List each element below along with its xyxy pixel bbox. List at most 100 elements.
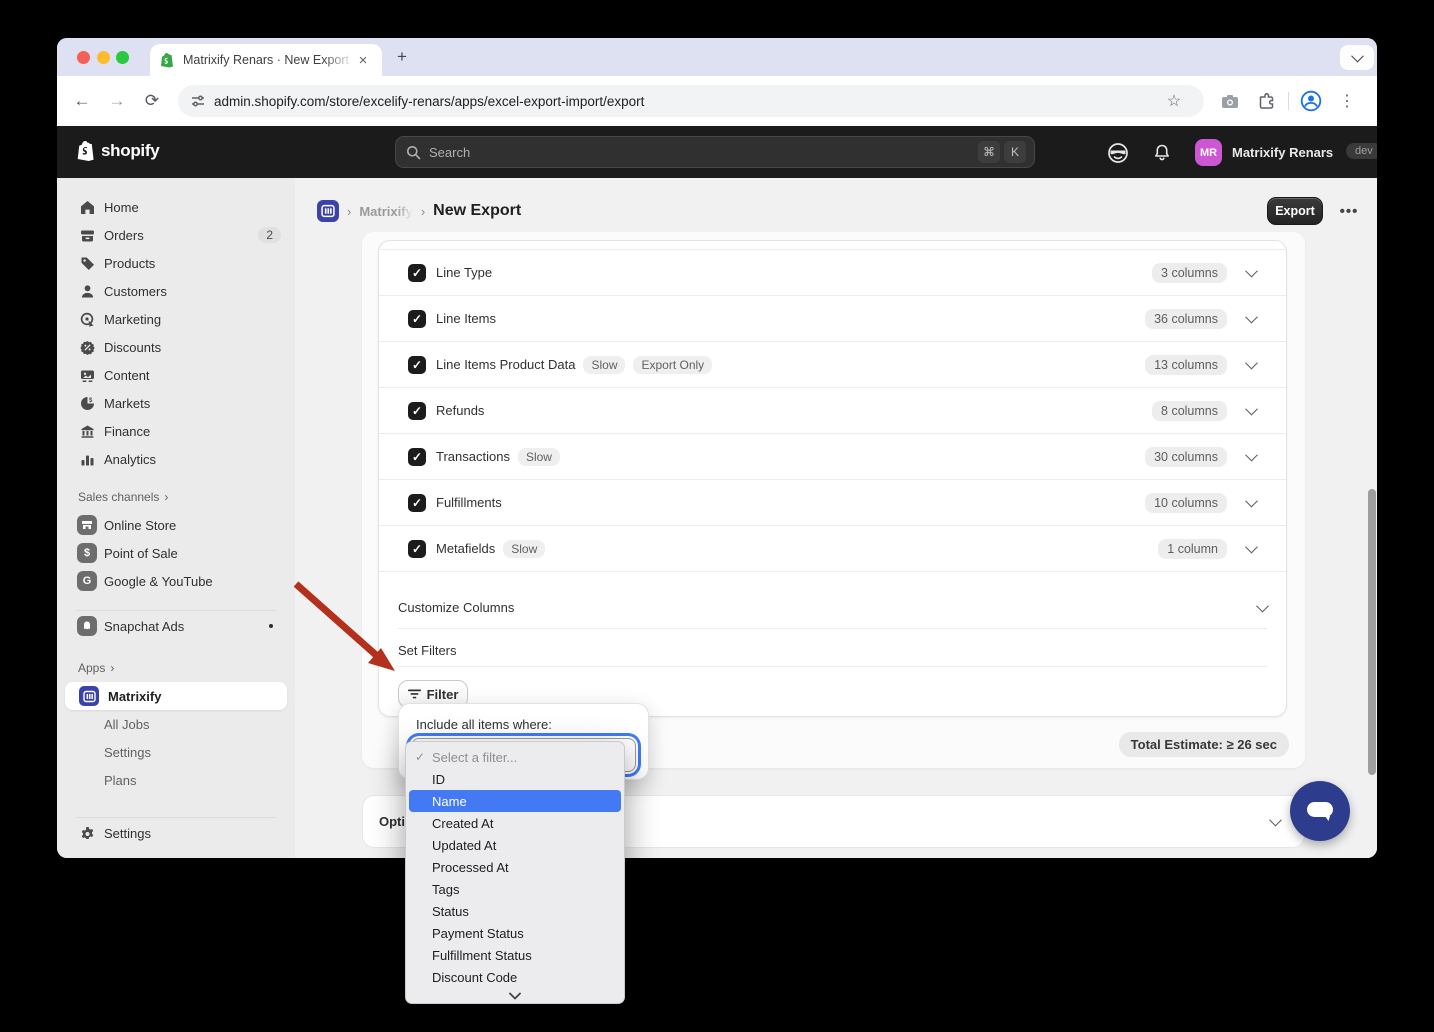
sidebar-item-analytics[interactable]: Analytics <box>57 445 295 473</box>
address-bar[interactable]: admin.shopify.com/store/excelify-renars/… <box>178 85 1204 117</box>
sidebar-item-google-youtube[interactable]: G Google & YouTube <box>57 567 295 595</box>
store-avatar[interactable]: MR <box>1195 139 1222 166</box>
chevron-down-icon[interactable] <box>1245 541 1258 554</box>
sidebar-item-all-jobs[interactable]: All Jobs <box>57 710 295 738</box>
chevron-right-icon: › <box>110 661 114 675</box>
checkbox-checked[interactable]: ✓ <box>408 448 426 466</box>
tab-close-icon[interactable]: × <box>354 52 372 69</box>
chat-bubble-icon <box>1305 797 1335 825</box>
store-name[interactable]: Matrixify Renars <box>1232 145 1333 160</box>
set-filters-section: Set Filters <box>398 629 1267 667</box>
sales-channels-header[interactable]: Sales channels › <box>57 488 295 506</box>
sidebar-item-content[interactable]: Content <box>57 361 295 389</box>
sidebar-item-discounts[interactable]: Discounts <box>57 333 295 361</box>
chevron-down-icon[interactable] <box>1245 403 1258 416</box>
chevron-down-icon[interactable] <box>1245 495 1258 508</box>
filter-option-status[interactable]: Status <box>409 900 621 922</box>
filter-option-discount-code[interactable]: Discount Code <box>409 966 621 988</box>
matrixify-app-icon <box>317 200 339 222</box>
back-icon[interactable]: ← <box>69 88 95 114</box>
entity-row-fulfillments: ✓ Fulfillments 10 columns <box>379 480 1286 526</box>
sidebar-item-finance[interactable]: Finance <box>57 417 295 445</box>
entity-row-metafields: ✓ Metafields Slow 1 column <box>379 526 1286 572</box>
sidebar-item-online-store[interactable]: Online Store <box>57 511 295 539</box>
env-badge: dev <box>1346 143 1377 159</box>
tab-title: Matrixify Renars · New Export <box>183 53 354 67</box>
admin-assistant-icon[interactable] <box>1105 140 1131 166</box>
export-only-badge: Export Only <box>633 356 712 374</box>
entity-row-line-type: ✓ Line Type 3 columns <box>379 250 1286 296</box>
filter-option-processed-at[interactable]: Processed At <box>409 856 621 878</box>
chat-widget-button[interactable] <box>1290 781 1350 841</box>
sidebar-item-snapchat-ads[interactable]: Snapchat Ads <box>57 612 295 640</box>
page-scrollbar[interactable] <box>1368 489 1376 775</box>
chevron-right-icon: › <box>164 490 168 504</box>
filter-option-select-a-filter[interactable]: ✓Select a filter... <box>409 746 621 768</box>
search-icon <box>406 145 421 160</box>
chevron-down-icon[interactable] <box>1245 449 1258 462</box>
shopify-topbar: shopify Search ⌘ K MR Matrixify Renars d… <box>57 126 1377 178</box>
reload-icon[interactable]: ⟳ <box>139 88 165 114</box>
shopify-logo: shopify <box>77 140 159 161</box>
entity-row-transactions: ✓ Transactions Slow 30 columns <box>379 434 1286 480</box>
export-entities-card: ✓ Line Type 3 columns ✓ Line Items 36 co… <box>378 240 1287 717</box>
search-input[interactable]: Search ⌘ K <box>395 136 1035 168</box>
minimize-window-button[interactable] <box>97 51 110 64</box>
products-tag-icon <box>79 255 95 271</box>
sidebar-item-marketing[interactable]: Marketing <box>57 305 295 333</box>
new-tab-button[interactable]: + <box>391 46 413 68</box>
checkbox-checked[interactable]: ✓ <box>408 494 426 512</box>
snapchat-notification-dot <box>269 624 273 628</box>
browser-tab[interactable]: Matrixify Renars · New Export × <box>150 44 382 76</box>
checkbox-checked[interactable]: ✓ <box>408 356 426 374</box>
filter-option-payment-status[interactable]: Payment Status <box>409 922 621 944</box>
bookmark-star-icon[interactable]: ☆ <box>1161 88 1187 114</box>
breadcrumb-app-link[interactable]: Matrixify <box>359 204 412 219</box>
browser-menu-kebab-icon[interactable]: ⋮ <box>1334 88 1360 114</box>
checkbox-checked[interactable]: ✓ <box>408 264 426 282</box>
sidebar-item-markets[interactable]: $ Markets <box>57 389 295 417</box>
filter-option-created-at[interactable]: Created At <box>409 812 621 834</box>
slow-badge: Slow <box>503 540 545 558</box>
sidebar-item-customers[interactable]: Customers <box>57 277 295 305</box>
orders-count-badge: 2 <box>258 227 281 243</box>
sidebar-item-plans[interactable]: Plans <box>57 766 295 794</box>
chevron-down-icon[interactable] <box>1245 357 1258 370</box>
filter-option-updated-at[interactable]: Updated At <box>409 834 621 856</box>
forward-icon[interactable]: → <box>104 88 130 114</box>
site-info-icon[interactable] <box>190 93 206 109</box>
more-actions-button[interactable]: ••• <box>1335 197 1363 225</box>
camera-icon[interactable] <box>1217 88 1243 114</box>
sidebar-item-matrixify[interactable]: Matrixify <box>65 682 287 710</box>
extensions-icon[interactable] <box>1253 88 1279 114</box>
filter-option-id[interactable]: ID <box>409 768 621 790</box>
apps-header[interactable]: Apps › <box>57 659 295 677</box>
profile-icon[interactable] <box>1298 88 1324 114</box>
tab-search-button[interactable] <box>1340 45 1374 70</box>
annotation-arrow <box>280 560 410 690</box>
sidebar-item-products[interactable]: Products <box>57 249 295 277</box>
chevron-down-icon[interactable] <box>1245 311 1258 324</box>
menu-scroll-chevron-down-icon[interactable] <box>406 992 624 1000</box>
zoom-window-button[interactable] <box>116 51 129 64</box>
sidebar-item-orders[interactable]: Orders 2 <box>57 221 295 249</box>
sidebar-item-point-of-sale[interactable]: $ Point of Sale <box>57 539 295 567</box>
checkbox-checked[interactable]: ✓ <box>408 540 426 558</box>
notifications-bell-icon[interactable] <box>1149 140 1175 166</box>
filter-option-tags[interactable]: Tags <box>409 878 621 900</box>
customers-icon <box>79 283 95 299</box>
customize-columns-section[interactable]: Customize Columns <box>398 572 1267 629</box>
chevron-down-icon <box>1256 599 1269 612</box>
sidebar-item-settings[interactable]: Settings <box>57 819 295 847</box>
sidebar-item-home[interactable]: Home <box>57 193 295 221</box>
breadcrumb-separator: › <box>347 204 351 219</box>
close-window-button[interactable] <box>77 51 90 64</box>
page-title: New Export <box>433 202 521 220</box>
checkbox-checked[interactable]: ✓ <box>408 402 426 420</box>
filter-option-fulfillment-status[interactable]: Fulfillment Status <box>409 944 621 966</box>
export-button[interactable]: Export <box>1267 197 1323 225</box>
sidebar-item-app-settings[interactable]: Settings <box>57 738 295 766</box>
filter-option-name[interactable]: Name <box>409 790 621 812</box>
checkbox-checked[interactable]: ✓ <box>408 310 426 328</box>
chevron-down-icon[interactable] <box>1245 265 1258 278</box>
